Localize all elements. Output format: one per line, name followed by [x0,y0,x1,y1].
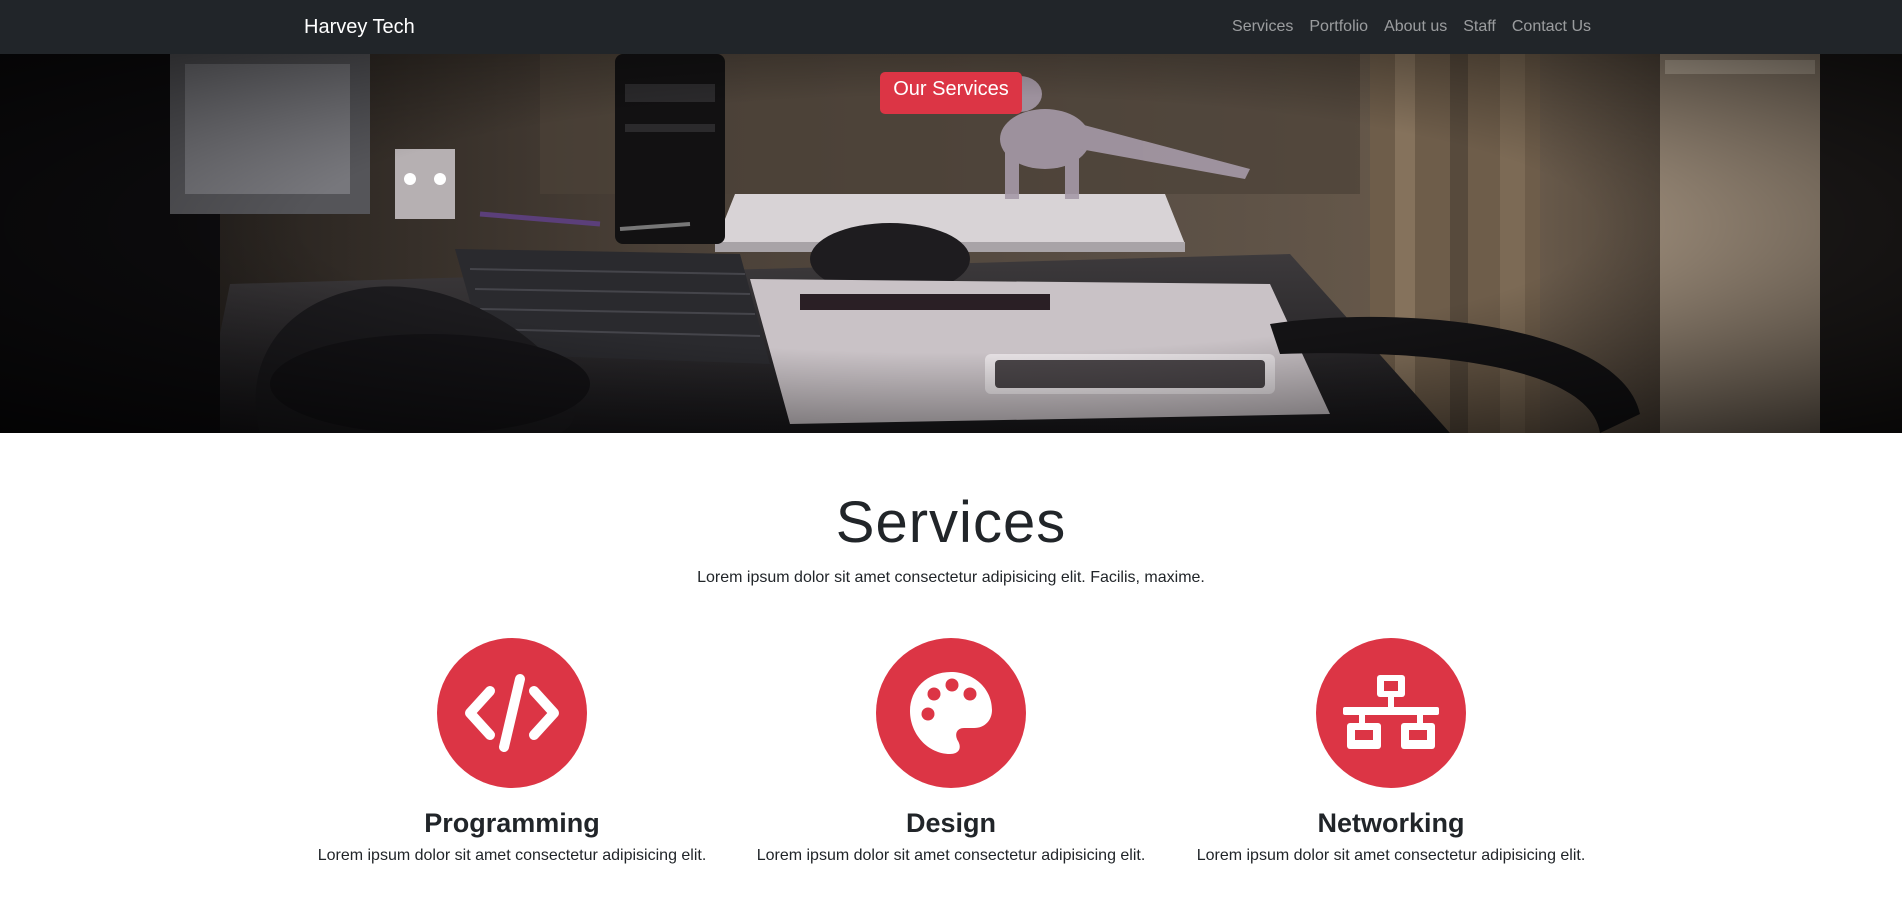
nav-link-contact[interactable]: Contact Us [1504,16,1591,38]
services-heading: Services [835,490,1067,555]
our-services-button[interactable]: Our Services [880,72,1022,114]
nav-links: Services Portfolio About us Staff Contac… [1224,16,1591,38]
network-icon [1316,638,1466,788]
hero-banner: Our Services [0,54,1902,433]
nav-link-staff[interactable]: Staff [1455,16,1504,38]
brand-logo-link[interactable]: Harvey Tech [304,15,415,39]
nav-link-services[interactable]: Services [1224,16,1301,38]
service-card-design: Design Lorem ipsum dolor sit amet consec… [731,638,1171,866]
service-text-networking: Lorem ipsum dolor sit amet consectetur a… [1196,847,1586,864]
palette-icon [876,638,1026,788]
service-card-networking: Networking Lorem ipsum dolor sit amet co… [1171,638,1611,866]
code-icon [437,638,587,788]
service-text-design: Lorem ipsum dolor sit amet consectetur a… [756,847,1146,864]
nav-link-portfolio[interactable]: Portfolio [1301,16,1376,38]
navbar: Harvey Tech Services Portfolio About us … [0,0,1902,54]
services-lead-text: Lorem ipsum dolor sit amet consectetur a… [697,569,1205,586]
nav-link-about[interactable]: About us [1376,16,1455,38]
service-title-networking: Networking [1317,808,1465,838]
service-card-programming: Programming Lorem ipsum dolor sit amet c… [292,638,732,866]
service-title-design: Design [905,808,997,838]
service-title-programming: Programming [424,808,600,838]
service-text-programming: Lorem ipsum dolor sit amet consectetur a… [317,847,707,864]
services-section: Services Lorem ipsum dolor sit amet cons… [0,433,1902,913]
